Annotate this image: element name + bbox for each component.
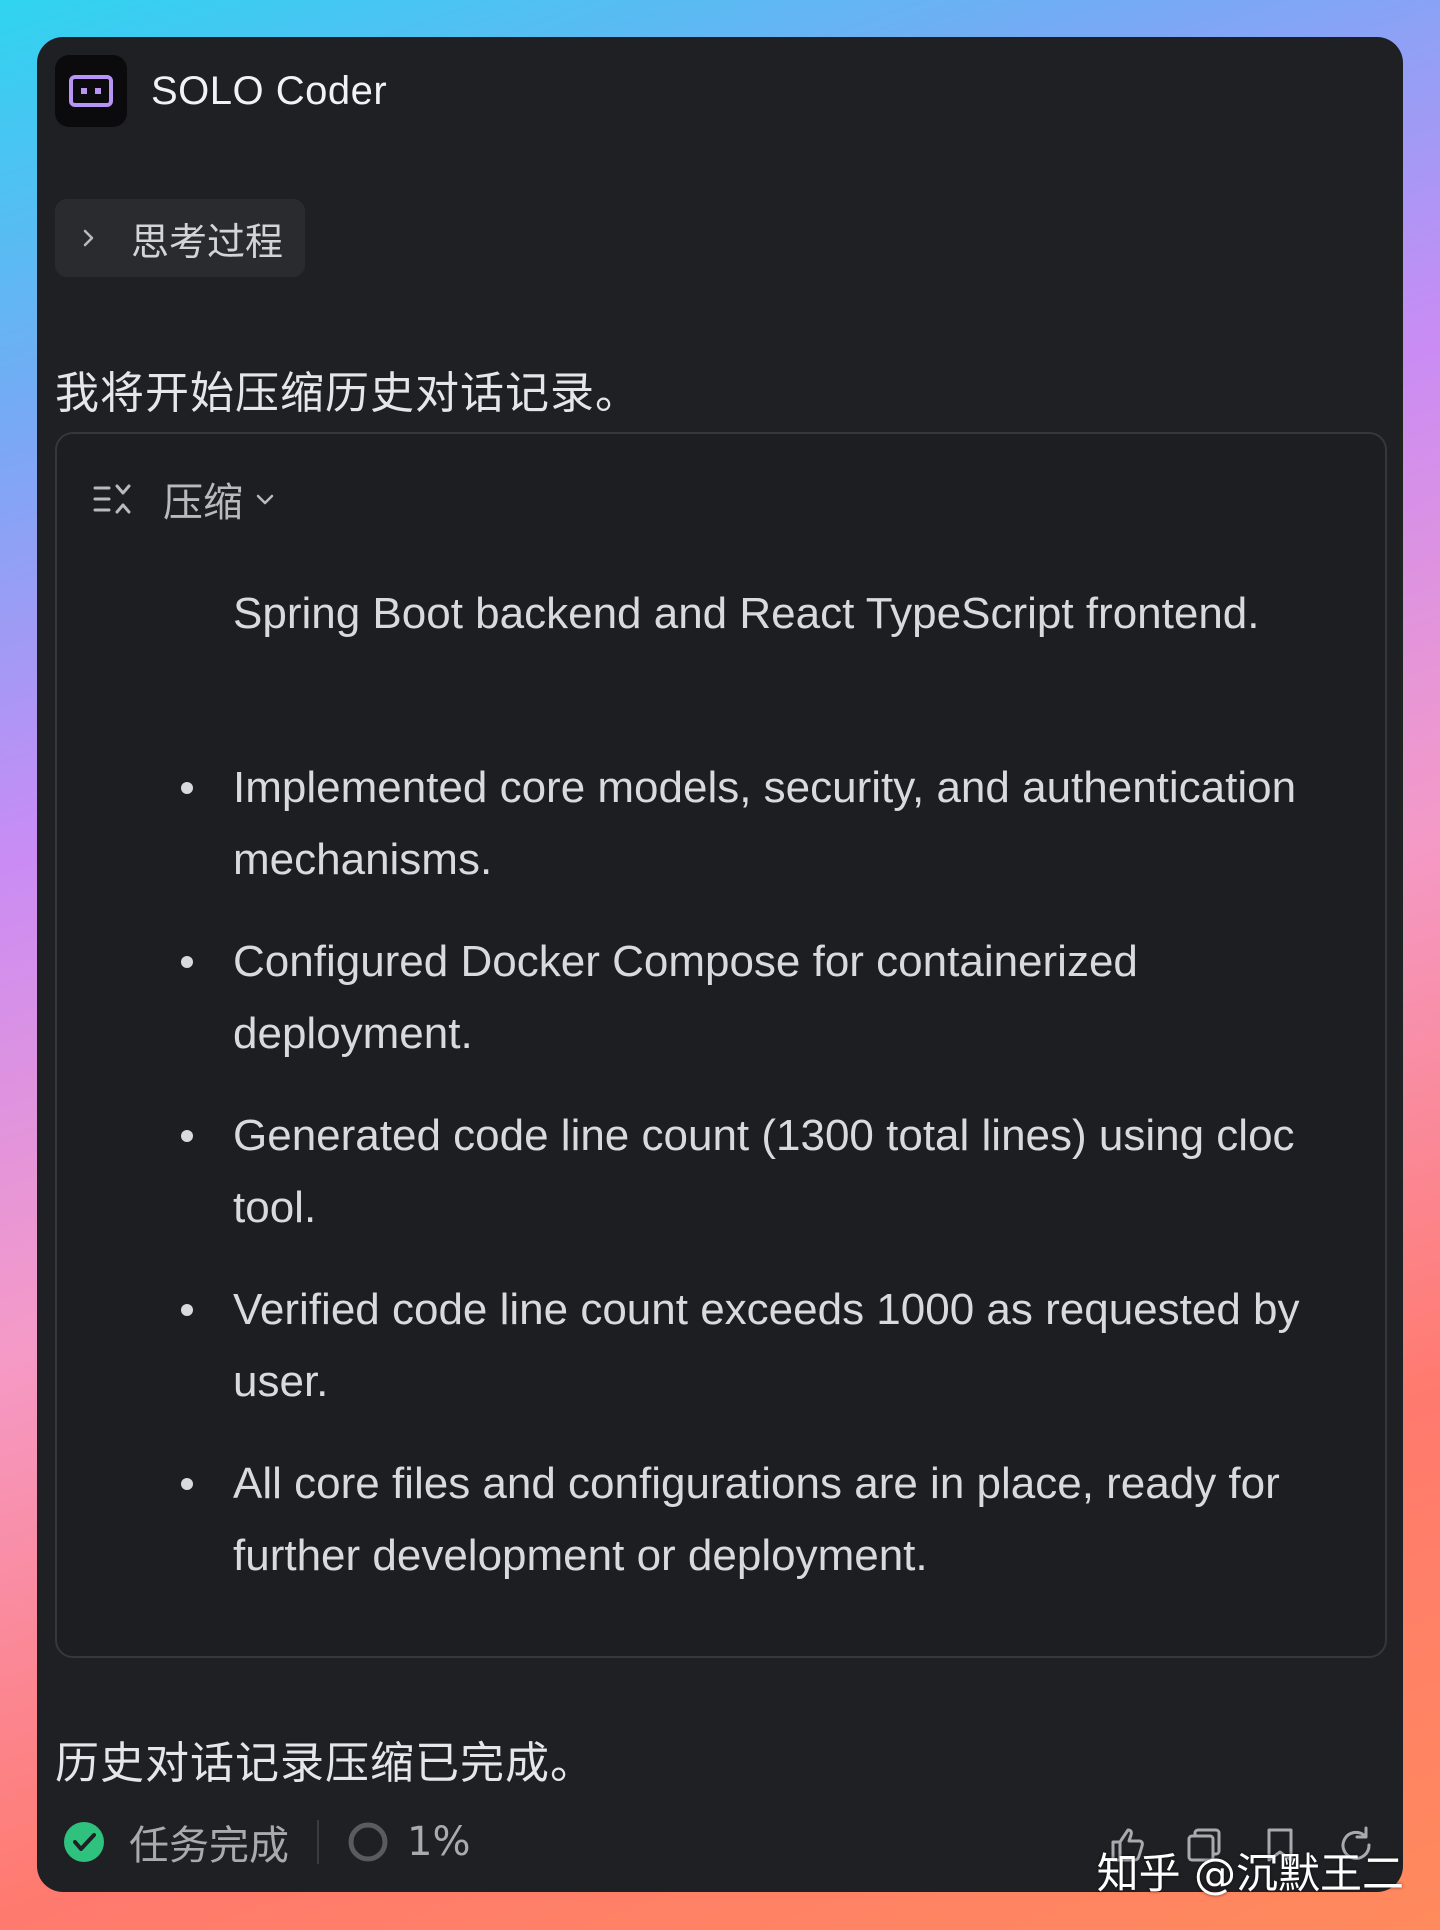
intro-message: 我将开始压缩历史对话记录。 [55, 368, 640, 419]
done-message: 历史对话记录压缩已完成。 [55, 1738, 595, 1789]
bullet-icon [181, 1130, 193, 1142]
bullet-icon [181, 956, 193, 968]
summary-item-continued: Spring Boot backend and React TypeScript… [233, 589, 1260, 638]
header: SOLO Coder [55, 55, 387, 127]
chevron-down-icon [256, 494, 274, 505]
divider [317, 1820, 319, 1864]
summary-list: Implemented core models, security, and a… [57, 752, 1385, 1622]
compress-summary-scroll[interactable]: Spring Boot backend and React TypeScript… [57, 522, 1385, 1622]
compress-header[interactable]: 压缩 [91, 470, 277, 528]
list-item: Verified code line count exceeds 1000 as… [57, 1274, 1323, 1418]
watermark: 知乎 @沉默王二 [1096, 1849, 1404, 1898]
compress-label: 压缩 [163, 480, 243, 526]
chat-card: SOLO Coder 思考过程 我将开始压缩历史对话记录。 压缩 Spring … [37, 37, 1403, 1892]
progress-ring-icon [348, 1822, 388, 1862]
bullet-icon [181, 1478, 193, 1490]
task-status: 任务完成 [129, 1823, 289, 1869]
thinking-label: 思考过程 [131, 219, 284, 264]
app-title: SOLO Coder [151, 68, 388, 113]
compress-panel: 压缩 Spring Boot backend and React TypeScr… [55, 432, 1387, 1658]
thinking-process-toggle[interactable]: 思考过程 [55, 199, 306, 277]
status-bar: 任务完成 1% [63, 1812, 470, 1872]
robot-face-icon [55, 55, 127, 127]
bullet-icon [181, 1304, 193, 1316]
collapse-list-icon [93, 484, 131, 514]
bullet-icon [181, 782, 193, 794]
list-item: Implemented core models, security, and a… [57, 752, 1323, 896]
check-circle-icon [64, 1822, 104, 1862]
list-item: Configured Docker Compose for containeri… [57, 926, 1323, 1070]
list-item: Generated code line count (1300 total li… [57, 1100, 1323, 1244]
chevron-right-icon [83, 229, 94, 247]
list-item: All core files and configurations are in… [57, 1448, 1323, 1592]
progress-percent: 1% [407, 1819, 471, 1865]
